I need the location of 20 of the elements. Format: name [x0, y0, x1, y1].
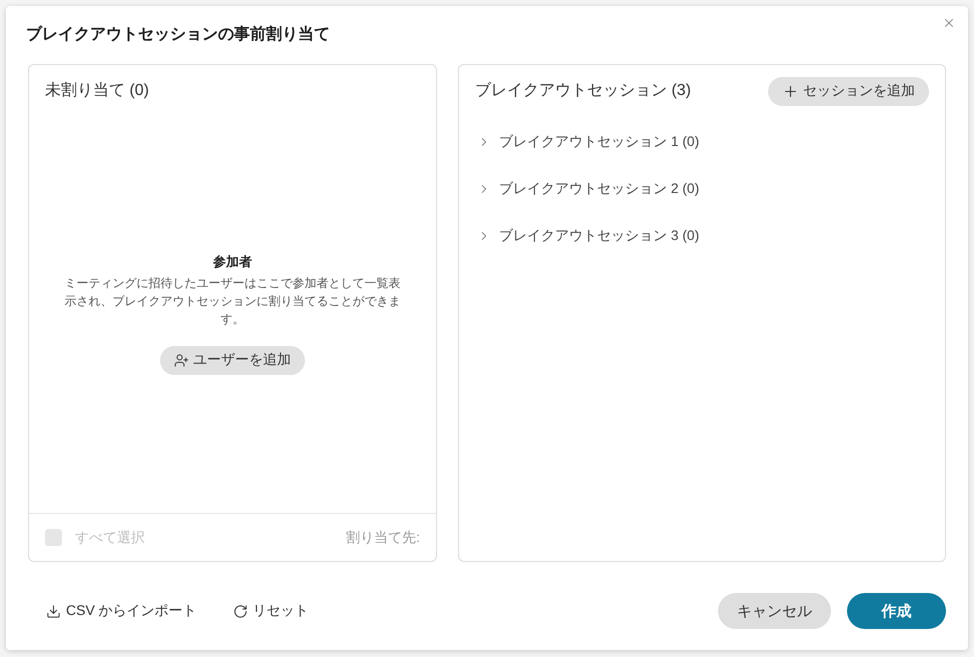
session-name[interactable]: ブレイクアウトセッション 3 (0) [499, 226, 700, 244]
add-session-button[interactable]: セッションを追加 [768, 76, 929, 106]
create-button[interactable]: 作成 [847, 593, 946, 629]
assign-to-label: 割り当て先: [346, 528, 420, 546]
select-all-label: すべて選択 [75, 528, 145, 546]
session-name[interactable]: ブレイクアウトセッション 2 (0) [499, 180, 700, 198]
add-user-button[interactable]: ユーザーを追加 [160, 346, 305, 374]
empty-state-heading: 参加者 [213, 252, 252, 270]
dialog-title: ブレイクアウトセッションの事前割り当て [26, 24, 330, 45]
cancel-button[interactable]: キャンセル [718, 593, 831, 629]
session-name[interactable]: ブレイクアウトセッション 1 (0) [499, 132, 700, 150]
empty-state-description: ミーティングに招待したユーザーはここで参加者として一覧表示され、ブレイクアウトセッションに割り当てることができます。 [64, 274, 402, 328]
panel-title: 未割り当て (0) [45, 80, 149, 101]
user-add-icon [174, 352, 189, 368]
import-csv-button[interactable]: CSV からインポート [38, 598, 205, 624]
reset-button[interactable]: リセット [224, 598, 317, 624]
panel-title: ブレイクアウトセッション (3) [475, 80, 691, 101]
download-icon [46, 604, 61, 618]
refresh-icon [232, 604, 248, 618]
close-button[interactable] [942, 16, 956, 30]
